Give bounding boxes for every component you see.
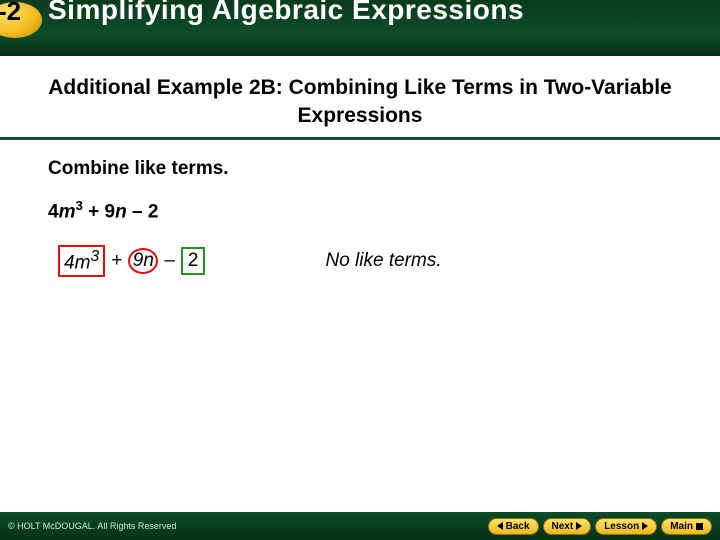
chapter-number: -2 [0,0,21,27]
slide-footer: © HOLT McDOUGAL. All Rights Reserved Bac… [0,512,720,540]
term1-marked-exp: 3 [90,248,99,265]
term1-box: 4m3 [58,245,105,277]
op-minus: – [127,201,148,222]
plus-sign: + [111,250,122,272]
expression-marked-row: 4m3 + 9n – 2 No like terms. [58,245,684,277]
term2-coef: 9 [105,201,116,222]
back-button[interactable]: Back [488,518,539,535]
no-like-terms-note: No like terms. [325,250,441,272]
triangle-right-icon [576,522,582,530]
next-button[interactable]: Next [543,518,592,535]
expression-original: 4m3 + 9n – 2 [48,198,684,223]
lesson-button[interactable]: Lesson [595,518,657,535]
triangle-right-icon [642,522,648,530]
lesson-label: Lesson [604,521,639,532]
term1-marked: 4m [64,252,90,273]
main-label: Main [670,521,693,532]
term1-coef: 4 [48,201,59,222]
expression-marked: 4m3 + 9n – 2 [58,245,205,277]
example-heading: Additional Example 2B: Combining Like Te… [0,56,720,135]
op-plus: + [83,201,105,222]
term3: 2 [148,201,159,222]
term2-marked: 9n [133,250,154,272]
term2-var: n [115,201,127,222]
main-button[interactable]: Main [661,518,712,535]
chapter-title: Simplifying Algebraic Expressions [48,0,524,26]
back-label: Back [506,521,530,532]
term2-circle: 9n [128,248,158,274]
nav-buttons: Back Next Lesson Main [488,518,712,535]
slide-content: Combine like terms. 4m3 + 9n – 2 4m3 + 9… [0,140,720,278]
square-icon [696,523,703,530]
term3-marked: 2 [188,250,199,271]
term1-exp: 3 [75,198,82,213]
next-label: Next [552,521,574,532]
instruction-text: Combine like terms. [48,158,684,180]
term3-box: 2 [181,247,206,275]
minus-sign: – [164,250,175,272]
slide-header: -2 Simplifying Algebraic Expressions [0,0,720,56]
copyright-text: © HOLT McDOUGAL. All Rights Reserved [8,521,176,531]
term1-var: m [59,201,76,222]
triangle-left-icon [497,522,503,530]
